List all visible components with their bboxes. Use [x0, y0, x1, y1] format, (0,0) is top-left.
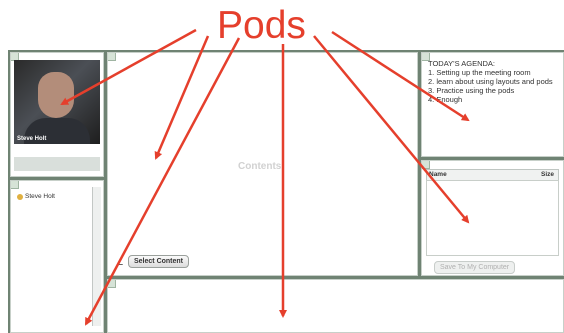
arrow-to-share-pod [154, 35, 210, 160]
annotation-arrows [60, 28, 470, 326]
arrow-to-files-pod [313, 35, 470, 224]
arrow-to-attendees-pod [84, 37, 241, 326]
arrow-to-notes-pod [331, 30, 470, 122]
arrow-to-camera-pod [60, 28, 197, 106]
